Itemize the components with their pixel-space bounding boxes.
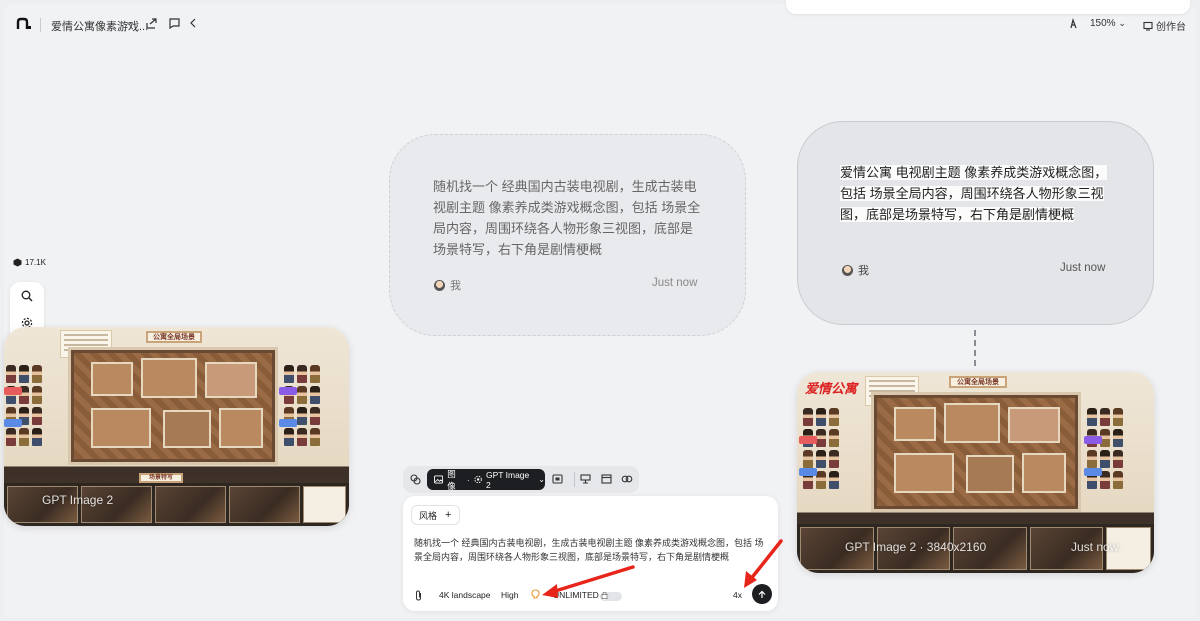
theme-icon[interactable] bbox=[1065, 15, 1081, 31]
composer-toolbar: 图像 · GPT Image 2 ⌄ bbox=[403, 466, 639, 493]
stat-value: 17.1K bbox=[25, 258, 46, 267]
image-banner: 公寓全局场景 bbox=[949, 376, 1007, 388]
monitor-icon[interactable] bbox=[578, 472, 592, 486]
prompt-input[interactable]: 随机找一个 经典国内古装电视剧，生成古装电视剧主题 像素养成类游戏概念图，包括 … bbox=[414, 536, 769, 564]
send-button[interactable] bbox=[752, 584, 772, 604]
character-grid-left bbox=[6, 365, 42, 446]
bubble-author: 我 bbox=[842, 262, 869, 278]
author-name: 我 bbox=[858, 265, 869, 277]
zoom-value: 150% bbox=[1090, 18, 1116, 29]
collapse-icon[interactable] bbox=[185, 15, 201, 31]
prompt-bubble-complete[interactable]: 爱情公寓 电视剧主题 像素养成类游戏概念图，包括 场景全局内容，周围环绕各人物形… bbox=[797, 121, 1154, 325]
create-button[interactable]: 创作台 bbox=[1143, 18, 1186, 33]
create-label: 创作台 bbox=[1156, 22, 1186, 33]
prompt-bubble-text-content: 爱情公寓 电视剧主题 像素养成类游戏概念图，包括 场景全局内容，周围环绕各人物形… bbox=[840, 165, 1108, 222]
mode-label: 图像 bbox=[447, 468, 456, 491]
quality-option[interactable]: High bbox=[501, 590, 518, 600]
avatar bbox=[434, 279, 445, 291]
monitor-icon bbox=[1143, 21, 1153, 31]
avatar bbox=[842, 264, 853, 276]
comment-icon[interactable] bbox=[166, 15, 182, 31]
chevron-down-icon[interactable]: ⌄ bbox=[125, 17, 133, 28]
screen-icon[interactable] bbox=[550, 472, 564, 486]
image-banner: 公寓全局场景 bbox=[146, 331, 202, 343]
logo-icon[interactable] bbox=[16, 16, 32, 32]
arrow-up-icon bbox=[758, 590, 766, 598]
pixel-art-image: 公寓全局场景 场景特写 GPT Image 2 bbox=[4, 327, 349, 526]
image-icon bbox=[434, 475, 444, 484]
lock-icon bbox=[601, 591, 608, 599]
stat-badge: 17.1K bbox=[13, 258, 46, 267]
aspect-option[interactable]: 4K landscape bbox=[439, 590, 491, 600]
character-grid-right bbox=[284, 365, 320, 446]
image-timestamp: Just now bbox=[1071, 540, 1119, 554]
image-model-label: GPT Image 2 · 3840x2160 bbox=[845, 540, 987, 554]
prompt-composer: 风格 + 随机找一个 经典国内古装电视剧，生成古装电视剧主题 像素养成类游戏概念… bbox=[403, 496, 778, 611]
model-selector[interactable]: 图像 · GPT Image 2 ⌄ bbox=[427, 468, 545, 491]
generated-image-card-left[interactable]: 公寓全局场景 场景特写 GPT Image 2 bbox=[4, 327, 349, 526]
timestamp: Just now bbox=[1060, 262, 1106, 274]
count-option[interactable]: 4x bbox=[733, 590, 742, 600]
pixel-art-image: 爱情公寓 公寓全局场景 GPT Image 2 · 3840x2160 Just… bbox=[797, 372, 1154, 573]
connector-line bbox=[974, 330, 976, 366]
generated-image-card-right[interactable]: 爱情公寓 公寓全局场景 GPT Image 2 · 3840x2160 Just… bbox=[797, 372, 1154, 573]
timestamp: Just now bbox=[652, 277, 698, 289]
unlimited-label: UNLIMITED bbox=[553, 590, 599, 600]
model-label: GPT Image 2 bbox=[485, 469, 530, 490]
author-name: 我 bbox=[450, 280, 461, 292]
cube-icon bbox=[13, 258, 22, 267]
zoom-level[interactable]: 150% ⌄ bbox=[1090, 18, 1126, 29]
character-grid-right bbox=[1087, 408, 1123, 489]
divider bbox=[40, 18, 41, 32]
plus-icon: + bbox=[445, 509, 452, 521]
layers-icon[interactable] bbox=[408, 472, 422, 486]
chevron-down-icon: ⌄ bbox=[538, 475, 545, 484]
prompt-bubble-text: 随机找一个 经典国内古装电视剧，生成古装电视剧主题 像素养成类游戏概念图，包括 … bbox=[433, 179, 701, 257]
apartment-floorplan bbox=[68, 347, 278, 465]
gear-icon bbox=[474, 475, 482, 484]
top-right-panel bbox=[786, 0, 1190, 14]
image-logo: 爱情公寓 bbox=[805, 381, 858, 396]
style-label: 风格 bbox=[419, 510, 438, 521]
divider bbox=[574, 472, 575, 487]
image-model-label: GPT Image 2 bbox=[42, 493, 114, 507]
frame-icon[interactable] bbox=[599, 472, 613, 486]
prompt-bubble-text: 爱情公寓 电视剧主题 像素养成类游戏概念图，包括 场景全局内容，周围环绕各人物形… bbox=[840, 162, 1110, 225]
character-grid-left bbox=[803, 408, 839, 489]
share-icon[interactable] bbox=[143, 15, 159, 31]
prompt-bubble-pending[interactable]: 随机找一个 经典国内古装电视剧，生成古装电视剧主题 像素养成类游戏概念图，包括 … bbox=[389, 134, 746, 336]
separator-dot: · bbox=[466, 474, 470, 485]
bulb-icon[interactable] bbox=[531, 589, 540, 603]
composer-options: 4K landscape High UNLIMITED 4x bbox=[403, 584, 778, 605]
bottom-banner: 场景特写 bbox=[139, 473, 183, 483]
attach-icon[interactable] bbox=[414, 590, 423, 601]
style-button[interactable]: 风格 + bbox=[411, 505, 460, 525]
project-title[interactable]: 爱情公寓像素游戏... bbox=[51, 18, 148, 34]
link-icon[interactable] bbox=[620, 472, 634, 486]
bubble-author: 我 bbox=[434, 277, 461, 293]
chevron-down-icon: ⌄ bbox=[1118, 18, 1126, 28]
search-icon[interactable] bbox=[19, 288, 35, 304]
apartment-floorplan bbox=[871, 392, 1081, 512]
